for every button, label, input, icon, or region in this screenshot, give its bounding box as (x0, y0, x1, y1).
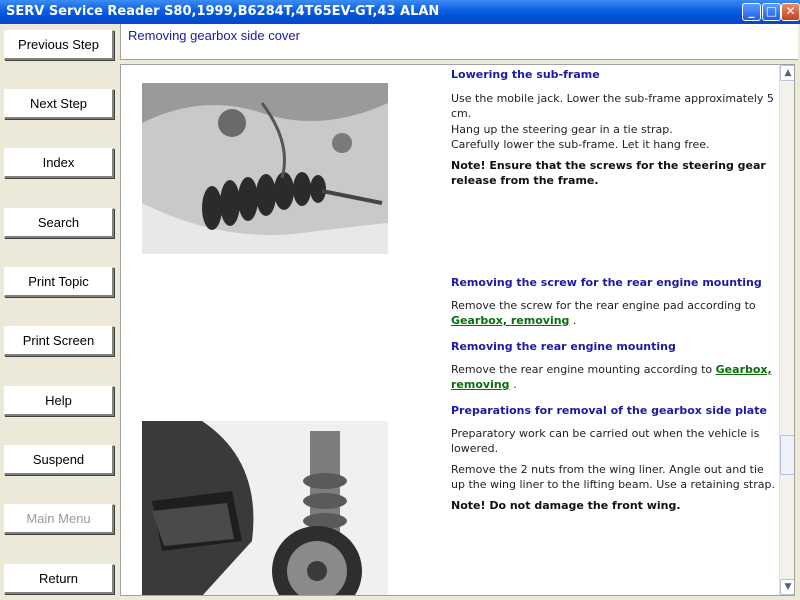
window-titlebar: SERV Service Reader S80,1999,B6284T,4T65… (0, 0, 800, 24)
wing-liner-photo (142, 421, 388, 595)
section-heading: Preparations for removal of the gearbox … (451, 404, 767, 417)
section-heading: Removing the screw for the rear engine m… (451, 276, 762, 289)
help-button[interactable]: Help (4, 386, 114, 416)
section-rear-engine-mounting: Removing the rear engine mounting Remove… (451, 339, 776, 393)
search-button[interactable]: Search (4, 208, 114, 238)
index-button[interactable]: Index (4, 148, 114, 178)
steering-gear-photo (142, 83, 388, 254)
return-button[interactable]: Return (4, 564, 114, 594)
content-pane: Lowering the sub-frame Use the mobile ja… (120, 64, 795, 596)
instruction-text: Preparatory work can be carried out when… (451, 426, 760, 456)
topic-title: Removing gearbox side cover (128, 28, 300, 43)
vertical-scrollbar[interactable]: ▲ ▼ (779, 65, 794, 595)
next-step-button[interactable]: Next Step (4, 89, 114, 119)
instruction-text: Hang up the steering gear in a tie strap… (451, 122, 673, 136)
instruction-text: Remove the rear engine mounting accordin… (451, 362, 776, 393)
navigation-panel: Previous Step Next Step Index Search Pri… (0, 24, 120, 600)
topic-banner: Removing gearbox side cover (120, 24, 798, 60)
instruction-text: Carefully lower the sub-frame. Let it ha… (451, 138, 710, 151)
note-text: Note! Do not damage the front wing. (451, 498, 681, 512)
main-menu-button[interactable]: Main Menu (4, 504, 114, 534)
section-heading: Lowering the sub-frame (451, 68, 600, 81)
steering-gear-illustration (142, 83, 388, 254)
window-title: SERV Service Reader S80,1999,B6284T,4T65… (6, 4, 440, 19)
scroll-up-icon[interactable]: ▲ (780, 65, 794, 81)
minimize-button[interactable]: _ (742, 3, 761, 21)
instruction-text: . (513, 378, 517, 391)
print-screen-button[interactable]: Print Screen (4, 326, 114, 356)
section-lowering-subframe: Lowering the sub-frame Use the mobile ja… (451, 67, 776, 189)
scroll-thumb[interactable] (780, 435, 794, 475)
wing-liner-illustration (142, 421, 388, 595)
previous-step-button[interactable]: Previous Step (4, 30, 114, 60)
section-rear-engine-screw: Removing the screw for the rear engine m… (451, 275, 776, 329)
print-topic-button[interactable]: Print Topic (4, 267, 114, 297)
note-text: Note! Ensure that the screws for the ste… (451, 158, 766, 188)
maximize-button[interactable]: □ (762, 3, 781, 21)
instruction-text: Remove the screw for the rear engine pad… (451, 298, 776, 329)
scroll-down-icon[interactable]: ▼ (780, 579, 794, 595)
section-heading: Removing the rear engine mounting (451, 340, 676, 353)
instruction-text: Use the mobile jack. Lower the sub-frame… (451, 91, 774, 121)
instruction-text: Remove the rear engine mounting accordin… (451, 362, 713, 376)
gearbox-removing-link[interactable]: Gearbox, removing (451, 314, 569, 327)
instruction-text: . (572, 314, 577, 327)
instruction-text: Remove the 2 nuts from the wing liner. A… (451, 462, 775, 492)
close-button[interactable]: ✕ (781, 3, 800, 21)
suspend-button[interactable]: Suspend (4, 445, 114, 475)
instruction-text: Remove the screw for the rear engine pad… (451, 298, 756, 312)
section-gearbox-side-plate: Preparations for removal of the gearbox … (451, 403, 776, 513)
